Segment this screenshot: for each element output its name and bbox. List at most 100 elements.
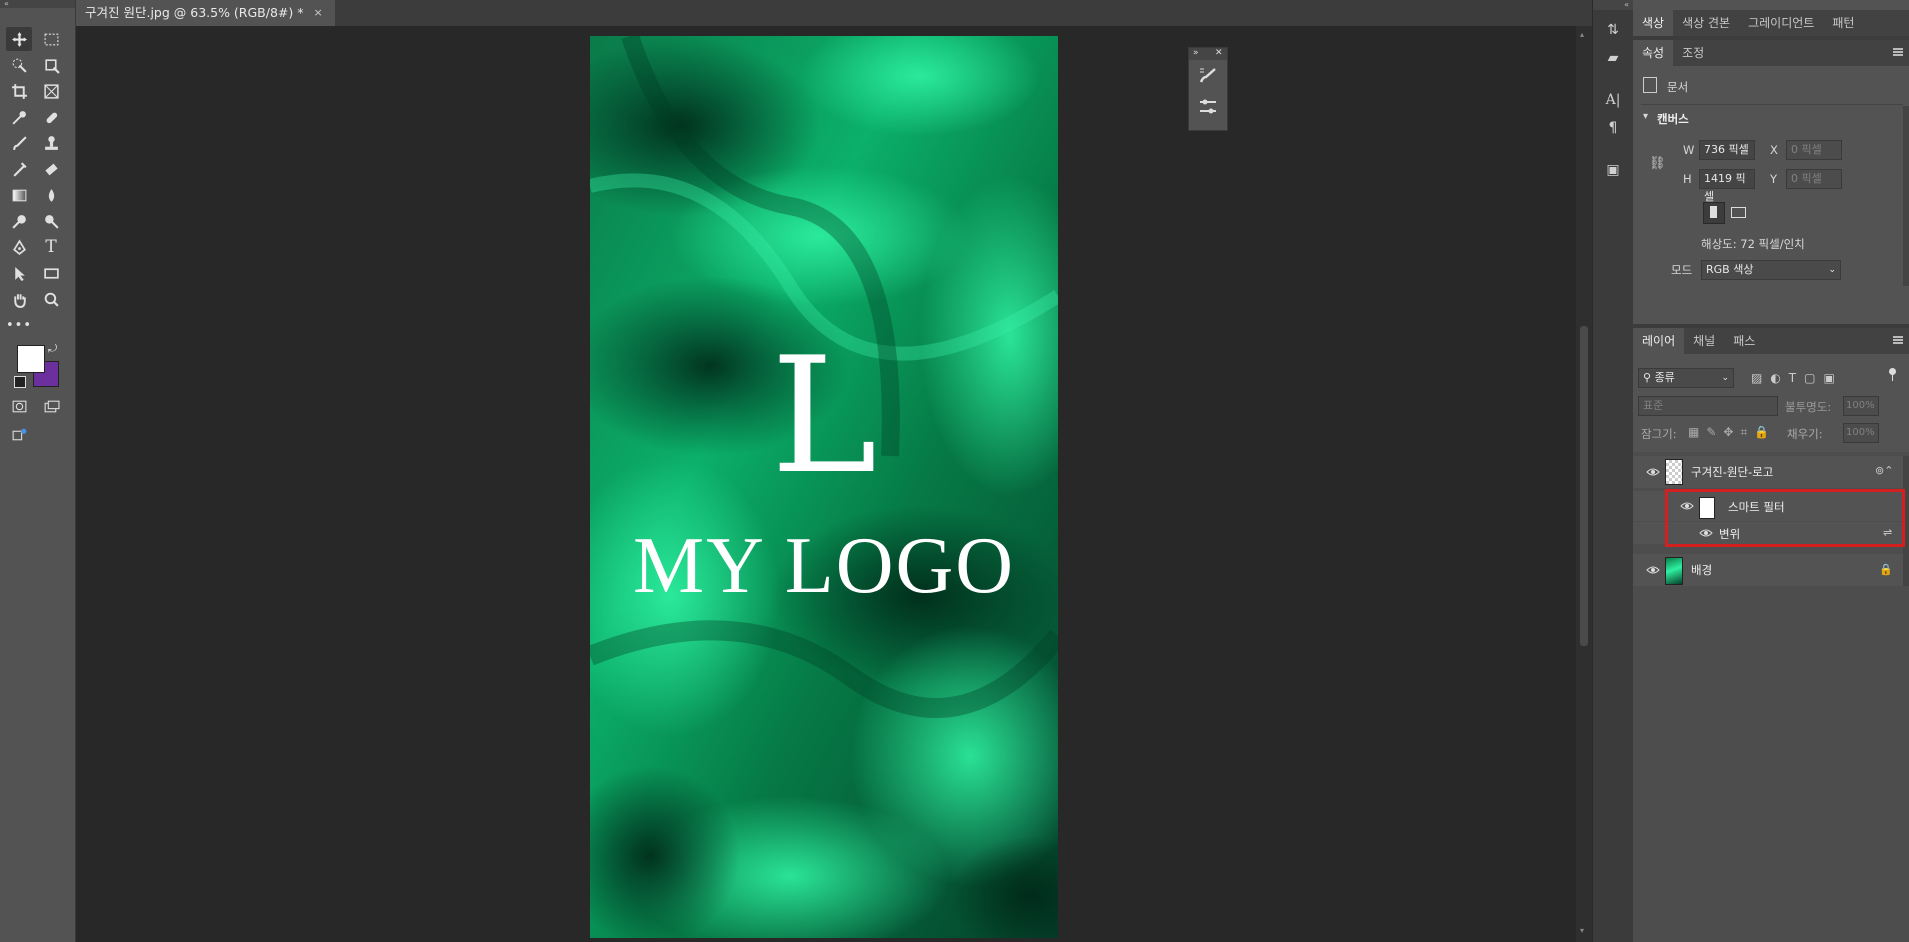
rectangle-icon[interactable] (38, 261, 64, 285)
history-icon[interactable]: ⇅ (1603, 20, 1623, 40)
height-field[interactable]: 1419 픽셀 (1699, 169, 1755, 203)
tab-properties[interactable]: 속성 (1633, 40, 1674, 66)
scrollbar-thumb[interactable] (1580, 326, 1588, 646)
artboard-icon[interactable] (38, 53, 64, 77)
expand-icon[interactable]: » (1193, 48, 1199, 58)
layer-row[interactable]: 배경 🔒 (1633, 554, 1909, 586)
tab-color[interactable]: 색상 (1633, 10, 1674, 36)
foreground-color-swatch[interactable] (17, 345, 45, 373)
layer-filter-icons[interactable]: ▨◐T▢▣ (1751, 371, 1843, 385)
eye-icon[interactable] (1646, 565, 1660, 575)
more-tools-icon[interactable]: ••• (6, 313, 32, 337)
layer-thumbnail (1665, 557, 1683, 585)
floating-panel-header[interactable]: » ✕ (1189, 48, 1227, 60)
tab-swatches[interactable]: 색상 견본 (1673, 10, 1739, 36)
glyphs-icon[interactable]: ▣ (1603, 160, 1623, 180)
tab-gradients[interactable]: 그레이디언트 (1739, 10, 1823, 36)
logo-letter: L (770, 322, 878, 509)
fill-field[interactable]: 100% (1843, 423, 1879, 443)
close-icon[interactable]: ✕ (1215, 48, 1223, 58)
layer-name[interactable]: 배경 (1691, 562, 1712, 578)
healing-icon[interactable] (38, 105, 64, 129)
quick-selection-icon[interactable] (6, 53, 32, 77)
tab-adjustments[interactable]: 조정 (1673, 40, 1713, 66)
eye-icon[interactable] (1646, 467, 1660, 477)
paragraph-icon[interactable]: ¶ (1603, 118, 1623, 138)
pen-icon[interactable] (6, 235, 32, 259)
tab-paths[interactable]: 패스 (1724, 328, 1764, 354)
frame-icon[interactable] (38, 79, 64, 103)
eraser-icon[interactable] (38, 157, 64, 181)
tab-patterns[interactable]: 패턴 (1823, 10, 1863, 36)
y-field[interactable]: 0 픽셀 (1786, 169, 1842, 189)
stamp-icon[interactable] (38, 131, 64, 155)
x-field[interactable]: 0 픽셀 (1786, 140, 1842, 160)
landscape-orientation-icon[interactable] (1728, 202, 1748, 222)
panel-menu-icon[interactable] (1893, 48, 1903, 56)
blur-icon[interactable] (38, 183, 64, 207)
layer-row[interactable]: 구겨진-원단-로고 ⊚⌃ (1633, 456, 1909, 488)
brush-settings-icon[interactable] (1197, 65, 1219, 87)
filter-toggle-icon[interactable] (1887, 368, 1897, 382)
type-icon[interactable]: T (38, 235, 64, 259)
toolbar-collapse-icon[interactable]: « (0, 0, 75, 8)
opacity-field[interactable]: 100% (1843, 396, 1879, 416)
canvas-section-title[interactable]: 캔버스 (1657, 111, 1689, 127)
color-panel-tabs: 색상 색상 견본 그레이디언트 패턴 (1633, 10, 1909, 36)
mode-select[interactable]: RGB 색상 ⌄ (1701, 260, 1841, 280)
path-selection-icon[interactable] (6, 261, 32, 285)
brush-presets-icon[interactable] (1197, 96, 1219, 118)
zoom-icon[interactable] (38, 287, 64, 311)
close-icon[interactable]: × (313, 1, 322, 25)
swap-colors-icon[interactable]: ⤾ (48, 342, 57, 356)
layer-name[interactable]: 구겨진-원단-로고 (1691, 464, 1773, 480)
highlight-frame (1665, 489, 1905, 547)
edit-toolbar-icon[interactable] (6, 423, 32, 447)
dock-collapse-icon[interactable]: « (1593, 0, 1633, 10)
width-label: W (1683, 143, 1695, 157)
eyedropper-icon[interactable] (6, 105, 32, 129)
panel-icon-dock: « ⇅ ▰ A| ¶ ▣ (1592, 0, 1634, 942)
panel-menu-icon[interactable] (1893, 336, 1903, 344)
logo-text: MY LOGO (632, 522, 1016, 610)
tab-layers[interactable]: 레이어 (1633, 328, 1685, 354)
quick-mask-icon[interactable] (6, 394, 32, 418)
floating-brush-panel: » ✕ (1188, 47, 1228, 131)
scroll-down-icon[interactable]: ▾ (1580, 926, 1584, 935)
document-tab[interactable]: 구겨진 원단.jpg @ 63.5% (RGB/8#) * × (76, 0, 335, 26)
layer-thumbnail (1665, 459, 1683, 485)
link-icon[interactable]: ⛓ (1649, 156, 1666, 171)
move-icon[interactable] (6, 27, 32, 51)
portrait-orientation-icon[interactable] (1703, 202, 1725, 224)
layer-filter-select[interactable]: ⚲ 종류 ⌄ (1638, 368, 1734, 388)
dodge-icon[interactable] (6, 209, 32, 233)
comments-icon[interactable]: ▰ (1603, 48, 1623, 68)
document-icon (1643, 77, 1657, 93)
marquee-icon[interactable] (38, 27, 64, 51)
smudge-icon[interactable] (38, 209, 64, 233)
chevron-down-icon[interactable]: ▾ (1643, 111, 1648, 122)
screen-mode-icon[interactable] (38, 394, 64, 418)
character-icon[interactable]: A| (1603, 90, 1623, 110)
hand-icon[interactable] (6, 287, 32, 311)
smart-filter-indicator-icon[interactable]: ⊚⌃ (1875, 464, 1893, 477)
gradient-icon[interactable] (6, 183, 32, 207)
search-icon: ⚲ (1643, 371, 1655, 384)
mode-label: 모드 (1671, 263, 1693, 277)
document-canvas[interactable]: L MY LOGO (590, 36, 1058, 938)
canvas-vertical-scrollbar[interactable]: ▴ ▾ (1576, 26, 1592, 942)
scroll-up-icon[interactable]: ▴ (1580, 30, 1584, 39)
properties-scrollbar[interactable] (1903, 106, 1909, 286)
brush-icon[interactable] (6, 131, 32, 155)
default-colors-icon[interactable] (14, 376, 26, 388)
mode-select-value: RGB 색상 (1706, 263, 1754, 276)
document-tab-title: 구겨진 원단.jpg @ 63.5% (RGB/8#) * (85, 5, 304, 20)
lock-options-icons[interactable]: ▦✎✥⌗🔒 (1688, 425, 1776, 440)
chevron-down-icon: ⌄ (1721, 373, 1729, 383)
divider (1641, 104, 1903, 105)
tab-channels[interactable]: 채널 (1684, 328, 1724, 354)
crop-icon[interactable] (6, 79, 32, 103)
history-brush-icon[interactable] (6, 157, 32, 181)
width-field[interactable]: 736 픽셀 (1699, 140, 1755, 160)
blend-mode-select[interactable]: 표준 (1638, 396, 1778, 416)
